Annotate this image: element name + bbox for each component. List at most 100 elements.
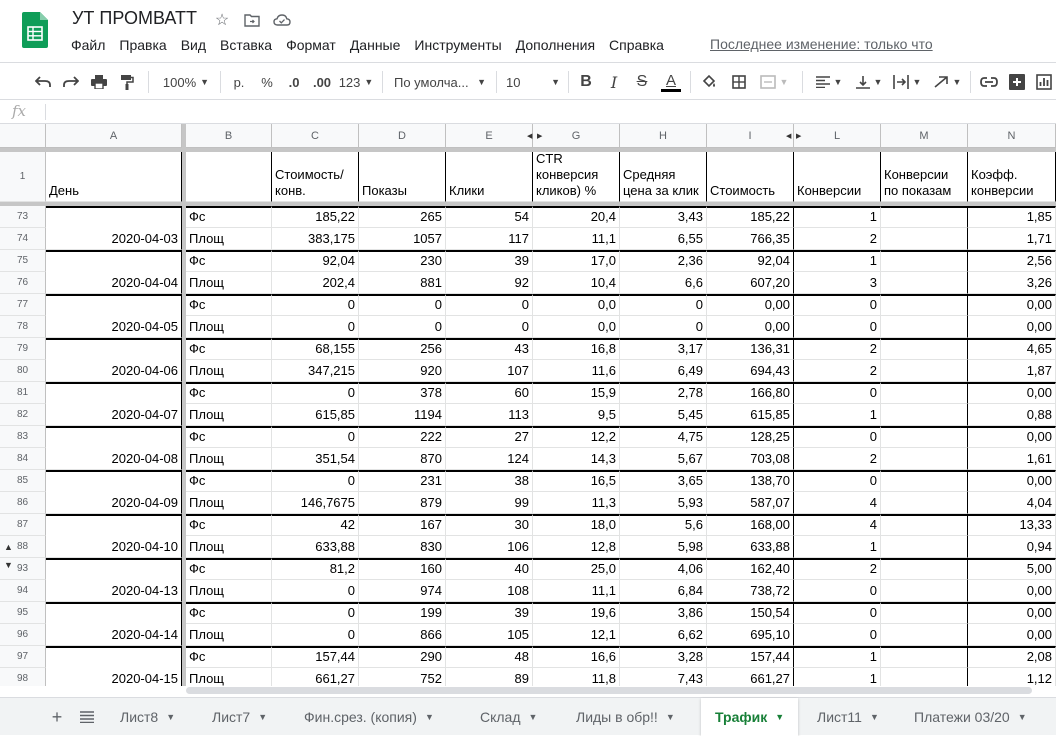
cell-c[interactable]: 81,2: [272, 558, 359, 580]
cell-h[interactable]: 0: [620, 294, 707, 316]
sheet-tab[interactable]: Лист7 ▼: [198, 698, 281, 736]
row-header[interactable]: 98: [0, 668, 46, 686]
menu-addons[interactable]: Дополнения: [509, 36, 602, 54]
formula-input[interactable]: [50, 100, 1050, 124]
cell-g[interactable]: 16,8: [533, 338, 620, 360]
cell-h[interactable]: 2,36: [620, 250, 707, 272]
text-color-icon[interactable]: A: [660, 70, 682, 94]
cell-n[interactable]: 0,94: [968, 536, 1056, 558]
cell-n[interactable]: 1,12: [968, 668, 1056, 686]
cell-e[interactable]: 113: [446, 404, 533, 426]
cell-c[interactable]: 0: [272, 624, 359, 646]
cell-d[interactable]: 1057: [359, 228, 446, 250]
chevron-down-icon[interactable]: ▼: [775, 712, 784, 722]
cell-m[interactable]: [881, 316, 968, 338]
chevron-down-icon[interactable]: ▼: [666, 712, 675, 722]
cell-n[interactable]: 1,71: [968, 228, 1056, 250]
cell-e[interactable]: 27: [446, 426, 533, 448]
cell-n[interactable]: 0,00: [968, 580, 1056, 602]
column-header-m[interactable]: M: [881, 124, 968, 148]
cell-i[interactable]: 157,44: [707, 646, 794, 668]
column-header-l[interactable]: L: [794, 124, 881, 148]
cell-c[interactable]: 351,54: [272, 448, 359, 470]
column-header-b[interactable]: B: [186, 124, 272, 148]
cell-i[interactable]: 694,43: [707, 360, 794, 382]
paint-format-icon[interactable]: [116, 70, 138, 94]
cell-n[interactable]: 1,87: [968, 360, 1056, 382]
sheet-tab[interactable]: Трафик ▼: [701, 698, 799, 736]
add-sheet-icon[interactable]: +: [46, 706, 68, 728]
row-header[interactable]: 82: [0, 404, 46, 426]
cell-i[interactable]: 128,25: [707, 426, 794, 448]
increase-decimal-button[interactable]: .00: [310, 70, 334, 94]
cell-d[interactable]: 866: [359, 624, 446, 646]
cell-d[interactable]: 167: [359, 514, 446, 536]
cell-e[interactable]: 108: [446, 580, 533, 602]
cell-c[interactable]: 347,215: [272, 360, 359, 382]
cell-c[interactable]: 615,85: [272, 404, 359, 426]
cell-c[interactable]: 0: [272, 426, 359, 448]
cell-h[interactable]: 6,49: [620, 360, 707, 382]
cell-e[interactable]: 48: [446, 646, 533, 668]
cell-b[interactable]: Фс: [186, 250, 272, 272]
cell-d[interactable]: 222: [359, 426, 446, 448]
cell-d[interactable]: 870: [359, 448, 446, 470]
cell-d[interactable]: 1194: [359, 404, 446, 426]
header-cell-h[interactable]: Средняя цена за клик: [620, 152, 707, 202]
insert-comment-icon[interactable]: [1006, 70, 1028, 94]
column-header-d[interactable]: D: [359, 124, 446, 148]
cell-b[interactable]: Фс: [186, 206, 272, 228]
cell-g[interactable]: 14,3: [533, 448, 620, 470]
cell-e[interactable]: 92: [446, 272, 533, 294]
move-folder-icon[interactable]: [242, 10, 262, 30]
cell-m[interactable]: [881, 294, 968, 316]
cell-i[interactable]: 150,54: [707, 602, 794, 624]
chevron-down-icon[interactable]: ▼: [425, 712, 434, 722]
cell-g[interactable]: 12,1: [533, 624, 620, 646]
cell-c[interactable]: 157,44: [272, 646, 359, 668]
cell-h[interactable]: 3,65: [620, 470, 707, 492]
chevron-down-icon[interactable]: ▼: [870, 712, 879, 722]
cell-n[interactable]: 2,56: [968, 250, 1056, 272]
cell-b[interactable]: Площ: [186, 272, 272, 294]
row-header[interactable]: 79: [0, 338, 46, 360]
cell-c[interactable]: 146,7675: [272, 492, 359, 514]
cell-m[interactable]: [881, 492, 968, 514]
cell-g[interactable]: 11,1: [533, 580, 620, 602]
cell-m[interactable]: [881, 250, 968, 272]
cell-h[interactable]: 3,43: [620, 206, 707, 228]
cell-b[interactable]: Площ: [186, 492, 272, 514]
cell-d[interactable]: 0: [359, 294, 446, 316]
cell-l[interactable]: 2: [794, 338, 881, 360]
row-header[interactable]: 75: [0, 250, 46, 272]
select-all-corner[interactable]: [0, 124, 46, 148]
cell-g[interactable]: 16,5: [533, 470, 620, 492]
text-wrap-icon[interactable]: ▼: [890, 70, 924, 94]
cell-i[interactable]: 615,85: [707, 404, 794, 426]
hidden-columns-arrow-icon[interactable]: ◀: [786, 132, 791, 140]
insert-chart-icon[interactable]: [1034, 70, 1054, 94]
cell-g[interactable]: 12,8: [533, 536, 620, 558]
cell-h[interactable]: 6,84: [620, 580, 707, 602]
menu-data[interactable]: Данные: [343, 36, 408, 54]
cell-m[interactable]: [881, 470, 968, 492]
menu-tools[interactable]: Инструменты: [407, 36, 508, 54]
cell-e[interactable]: 30: [446, 514, 533, 536]
row-header[interactable]: 86: [0, 492, 46, 514]
cell-n[interactable]: 2,08: [968, 646, 1056, 668]
cell-d[interactable]: 230: [359, 250, 446, 272]
cell-c[interactable]: 633,88: [272, 536, 359, 558]
header-cell-a[interactable]: День: [46, 152, 182, 202]
row-header[interactable]: 73: [0, 206, 46, 228]
column-header-i[interactable]: I: [707, 124, 794, 148]
column-header-h[interactable]: H: [620, 124, 707, 148]
cell-c[interactable]: 0: [272, 294, 359, 316]
cell-e[interactable]: 39: [446, 250, 533, 272]
cell-b[interactable]: Площ: [186, 404, 272, 426]
cell-h[interactable]: 7,43: [620, 668, 707, 686]
cell-a[interactable]: 2020-04-06: [46, 338, 182, 382]
cell-a[interactable]: 2020-04-07: [46, 382, 182, 426]
cell-e[interactable]: 43: [446, 338, 533, 360]
cell-i[interactable]: 92,04: [707, 250, 794, 272]
cell-g[interactable]: 10,4: [533, 272, 620, 294]
